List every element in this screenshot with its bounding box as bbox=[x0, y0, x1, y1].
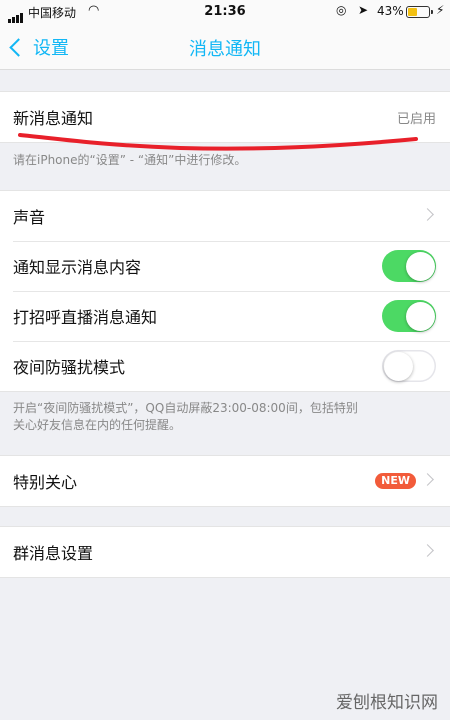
orientation-lock-icon: ◎ bbox=[336, 3, 347, 17]
greet-live-label: 打招呼直播消息通知 bbox=[13, 308, 158, 327]
battery-level bbox=[408, 8, 417, 16]
show-content-label: 通知显示消息内容 bbox=[13, 258, 142, 277]
new-message-notification-status: 已启用 bbox=[396, 111, 436, 127]
night-mode-toggle[interactable] bbox=[382, 350, 436, 382]
special-care-group: 特别关心 NEW bbox=[0, 455, 450, 507]
night-mode-label: 夜间防骚扰模式 bbox=[13, 358, 126, 377]
sound-row[interactable]: 声音 bbox=[0, 191, 450, 241]
night-mode-note-line2: 关心好友信息在内的任何提醒。 bbox=[13, 418, 182, 432]
night-mode-note-line1: 开启“夜间防骚扰模式”，QQ自动屏蔽23:00-08:00间，包括特别 bbox=[13, 401, 358, 415]
group-message-settings-row[interactable]: 群消息设置 bbox=[0, 527, 450, 577]
sound-label: 声音 bbox=[13, 208, 46, 227]
chevron-right-icon bbox=[421, 544, 434, 557]
battery-icon bbox=[406, 6, 433, 18]
group-message-group: 群消息设置 bbox=[0, 526, 450, 578]
greet-live-toggle[interactable] bbox=[382, 300, 436, 332]
toggle-knob bbox=[405, 301, 435, 331]
night-mode-row: 夜间防骚扰模式 bbox=[0, 341, 450, 391]
show-content-toggle[interactable] bbox=[382, 250, 436, 282]
charging-bolt-icon: ⚡︎ bbox=[436, 3, 445, 17]
navigation-bar: 设置 消息通知 bbox=[0, 24, 450, 70]
watermark: 爱刨根知识网 bbox=[336, 693, 438, 713]
red-annotation-underline bbox=[18, 133, 418, 151]
show-content-row: 通知显示消息内容 bbox=[0, 241, 450, 291]
chevron-right-icon bbox=[421, 208, 434, 221]
greet-live-row: 打招呼直播消息通知 bbox=[0, 291, 450, 341]
night-mode-note: 开启“夜间防骚扰模式”，QQ自动屏蔽23:00-08:00间，包括特别 关心好友… bbox=[13, 400, 358, 434]
new-message-note: 请在iPhone的“设置” - “通知”中进行修改。 bbox=[13, 153, 247, 167]
status-bar: 中国移动 ◠ 21:36 ◎ ➤ 43% ⚡︎ bbox=[0, 0, 450, 24]
notification-settings-group: 声音 通知显示消息内容 打招呼直播消息通知 夜间防骚扰模式 bbox=[0, 190, 450, 392]
group-message-settings-label: 群消息设置 bbox=[13, 544, 94, 563]
battery-percent: 43% bbox=[377, 4, 404, 18]
location-arrow-icon: ➤ bbox=[358, 3, 369, 17]
new-badge: NEW bbox=[375, 473, 416, 489]
toggle-knob bbox=[383, 351, 413, 381]
special-care-label: 特别关心 bbox=[13, 473, 78, 492]
special-care-row[interactable]: 特别关心 NEW bbox=[0, 456, 450, 506]
chevron-right-icon bbox=[421, 473, 434, 486]
page-title: 消息通知 bbox=[189, 39, 261, 60]
toggle-knob bbox=[405, 251, 435, 281]
